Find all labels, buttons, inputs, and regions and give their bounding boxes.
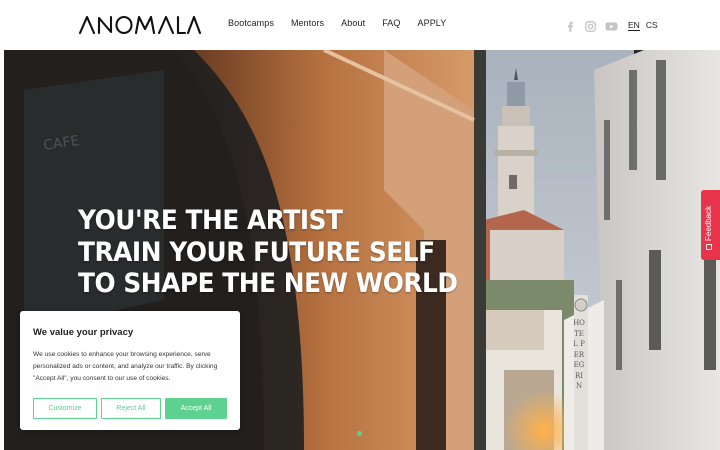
cookie-body: We use cookies to enhance your browsing … [33,351,218,382]
site-header: Bootcamps Mentors About FAQ APPLY EN CS [0,0,720,50]
nav-apply[interactable]: APPLY [418,18,447,28]
nav-mentors[interactable]: Mentors [291,18,324,28]
headline-line: TO SHAPE THE NEW WORLD [78,268,458,299]
cookie-title: We value your privacy [33,327,134,338]
youtube-icon[interactable] [605,19,618,31]
headline-line: YOU'RE THE ARTIST [78,205,343,236]
headline-line: TRAIN YOUR FUTURE SELF [78,236,435,268]
feedback-icon [705,244,712,250]
anomalia-logo[interactable] [78,15,202,35]
lang-cs[interactable]: CS [646,20,658,31]
hero-headline: YOU'RE THE ARTIST TRAIN YOUR FUTURE SELF… [78,205,458,300]
nav-about[interactable]: About [341,18,365,28]
customize-button[interactable]: Customize [33,398,97,419]
language-switcher: EN CS [628,20,658,31]
feedback-label: Feedback [704,205,713,241]
reject-all-button[interactable]: Reject All [101,398,161,419]
cookie-consent-dialog: We value your privacy We use cookies to … [20,311,240,430]
nav-faq[interactable]: FAQ [382,18,400,28]
carousel-dot-active[interactable] [357,431,362,436]
feedback-tab[interactable]: Feedback [701,190,720,260]
lang-en[interactable]: EN [628,20,640,31]
hotel-sign: HOTEL PEREGRIN [573,319,585,390]
nav-bootcamps[interactable]: Bootcamps [228,18,274,28]
instagram-icon[interactable] [585,19,596,32]
main-nav: Bootcamps Mentors About FAQ APPLY [228,18,463,28]
facebook-icon[interactable] [565,19,576,32]
accept-all-button[interactable]: Accept All [165,398,227,419]
social-links [565,19,618,32]
